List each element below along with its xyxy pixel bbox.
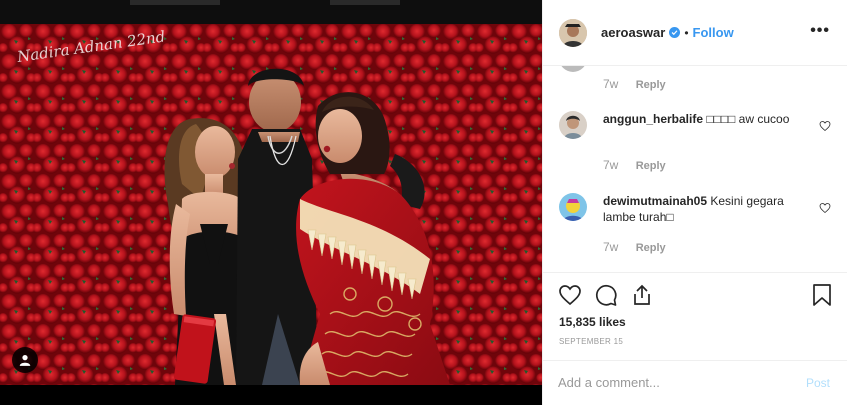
post-date[interactable]: SEPTEMBER 15 (559, 337, 623, 346)
comment-username[interactable]: anggun_herbalife (603, 112, 703, 126)
comment-time: 7w (603, 240, 619, 254)
comment-avatar[interactable] (559, 193, 587, 221)
comment-icon[interactable] (594, 283, 618, 307)
post-side-panel: aeroaswar • Follow ••• 7w Reply anggun_h… (542, 0, 847, 405)
author-avatar[interactable] (559, 18, 587, 47)
comment-avatar[interactable] (559, 66, 587, 72)
author-username[interactable]: aeroaswar (601, 25, 665, 40)
comment-text: □□□□ aw cucoo (706, 112, 790, 126)
follow-button[interactable]: Follow (693, 25, 734, 40)
share-icon[interactable] (630, 283, 654, 307)
comment-meta: 7w Reply (603, 77, 666, 91)
post-photo-image: Nadira Adnan 22nd (0, 24, 542, 385)
add-comment-input[interactable] (558, 375, 778, 390)
section-divider (543, 272, 847, 273)
post-header: aeroaswar • Follow ••• (543, 0, 847, 66)
reply-button[interactable]: Reply (636, 79, 666, 91)
separator-dot: • (684, 25, 689, 40)
comment-avatar[interactable] (559, 111, 587, 139)
heart-icon[interactable] (558, 283, 582, 307)
comment-body: dewimutmainah05 Kesini gegara lambe tura… (603, 193, 803, 225)
comment-meta: 7w Reply (603, 240, 666, 254)
reply-button[interactable]: Reply (636, 242, 666, 254)
more-options-icon[interactable]: ••• (810, 22, 830, 40)
comment-meta: 7w Reply (603, 158, 666, 172)
comment-like-heart-icon[interactable] (819, 120, 831, 132)
comments-list: 7w Reply anggun_herbalife □□□□ aw cucoo … (543, 66, 847, 272)
comment-like-heart-icon[interactable] (819, 202, 831, 214)
reply-button[interactable]: Reply (636, 160, 666, 172)
verified-badge-icon (669, 27, 681, 38)
likes-count[interactable]: 15,835 likes (559, 315, 626, 329)
action-bar (543, 281, 847, 311)
post-photo[interactable]: Nadira Adnan 22nd (0, 24, 542, 385)
background-hint (130, 0, 220, 5)
comment-body: anggun_herbalife □□□□ aw cucoo (603, 111, 803, 127)
comment-username[interactable]: dewimutmainah05 (603, 194, 707, 208)
add-comment-bar: Post (543, 360, 847, 405)
user-tag-icon[interactable] (12, 347, 38, 373)
photo-bottom-strip (0, 385, 542, 405)
post-comment-button[interactable]: Post (806, 376, 830, 390)
background-hint (330, 0, 400, 5)
comment-time: 7w (603, 158, 619, 172)
bookmark-icon[interactable] (811, 283, 833, 307)
comment-time: 7w (603, 77, 619, 91)
